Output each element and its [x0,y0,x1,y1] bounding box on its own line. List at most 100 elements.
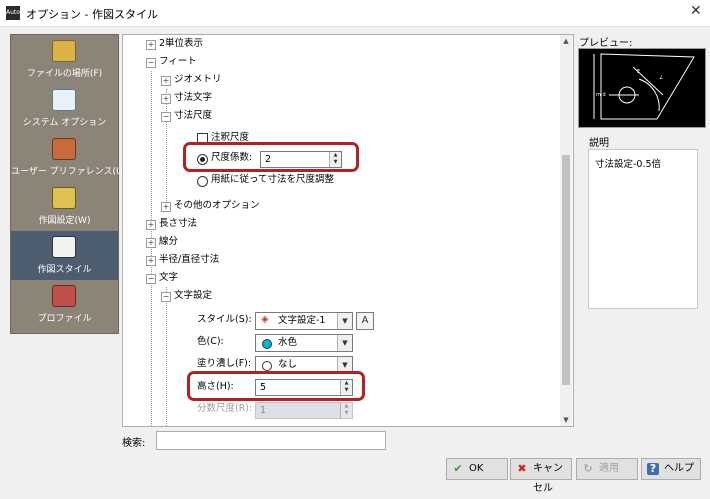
ok-button-label: OK [469,463,484,474]
tree-item-other-options[interactable]: その他のオプション [174,198,260,214]
preview-canvas: m d E ∠ [578,48,706,128]
cancel-button[interactable]: ✖ キャンセル [510,458,572,494]
style-label: スタイル(S): [197,314,252,325]
scale-factor-spinner[interactable]: 2 ▲ ▼ [260,151,342,168]
color-label: 色(C): [197,336,224,347]
scroll-down-icon[interactable]: ▼ [560,414,572,426]
scale-factor-value: 2 [265,154,272,165]
nav-item-user-preferences[interactable]: ユーザー プリファレンス(U) [11,133,127,182]
svg-text:m d: m d [596,92,606,98]
drawing-style-icon [52,236,76,258]
help-button[interactable]: ? ヘルプ [641,458,701,480]
tree-item-dim-text[interactable]: 寸法文字 [174,90,212,106]
text-style-icon: ◈ [261,314,269,325]
cancel-button-label: キャンセル [533,463,563,494]
nav-item-label: 作図設定(W) [38,216,91,226]
height-spinner[interactable]: 5 ▲ ▼ [255,379,353,396]
title-bar: AutoCAD オプション - 作図スタイル ✕ [0,0,710,27]
svg-text:∠: ∠ [659,75,663,81]
expand-icon[interactable]: + [146,40,156,50]
style-value: 文字設定-1 [278,315,326,326]
spinner-arrows-icon[interactable]: ▲ ▼ [329,152,341,167]
nav-item-label: システム オプション [22,118,107,128]
expand-icon[interactable]: + [161,94,171,104]
fraction-scale-spinner: 1 ▲ ▼ [255,402,353,419]
nav-item-drawing-settings[interactable]: 作図設定(W) [11,182,118,231]
paper-scale-radio[interactable] [197,176,208,187]
scroll-up-icon[interactable]: ▲ [560,35,572,47]
scale-factor-radio[interactable] [197,154,208,165]
expand-icon[interactable]: + [146,256,156,266]
spinner-arrows-icon[interactable]: ▲ ▼ [340,380,352,395]
chevron-down-icon[interactable]: ▼ [337,335,352,351]
window-title: オプション - 作図スタイル [26,8,158,21]
expand-icon[interactable]: + [146,220,156,230]
nav-item-drawing-style[interactable]: 作図スタイル [11,231,118,280]
tree-guide-line [151,71,152,426]
color-select[interactable]: 水色 ▼ [255,334,353,352]
expand-icon[interactable]: + [161,202,171,212]
scrollbar-thumb[interactable] [562,155,570,385]
apply-button[interactable]: ↻ 適用 [576,458,638,480]
fraction-scale-label: 分数尺度(R): [197,403,253,414]
height-label: 高さ(H): [197,381,234,392]
tree-item-text[interactable]: 文字 [159,270,178,286]
collapse-icon[interactable]: − [161,112,171,122]
nav-item-label: 作図スタイル [37,265,92,275]
preview-label: プレビュー: [579,38,633,49]
tree-item-unit-display[interactable]: 2単位表示 [159,36,203,52]
scale-factor-label: 尺度係数: [211,152,253,163]
help-button-label: ヘルプ [664,463,694,474]
nav-item-file-location[interactable]: ファイルの場所(F) [11,35,118,84]
nav-item-profile[interactable]: プロファイル [11,280,118,329]
expand-icon[interactable]: + [146,238,156,248]
settings-tree: + 2単位表示 − フィート + ジオメトリ + 寸法文字 − 寸法尺度 注釈尺… [122,34,574,427]
apply-icon: ↻ [583,462,593,475]
help-icon: ? [647,463,659,475]
description-label: 説明 [589,138,609,149]
svg-text:E: E [637,69,640,75]
collapse-icon[interactable]: − [161,292,171,302]
ok-button[interactable]: ✔ OK [446,458,508,480]
tree-guide-line [166,89,167,209]
description-text: 寸法設定-0.5倍 [595,159,662,170]
tree-item-radius-diameter[interactable]: 半径/直径寸法 [159,252,219,268]
nav-item-label: プロファイル [37,314,92,324]
color-value: 水色 [278,337,298,348]
fill-label: 塗り潰し(F): [197,358,252,369]
checkmark-icon: ✔ [453,462,463,475]
collapse-icon[interactable]: − [146,274,156,284]
folder-icon [52,40,76,62]
nav-item-label: ユーザー プリファレンス(U) [11,167,127,177]
user-preferences-icon [52,138,76,160]
tree-item-leader[interactable]: 線分 [159,234,178,250]
tree-item-text-settings[interactable]: 文字設定 [174,288,212,304]
nav-item-system-options[interactable]: システム オプション [11,84,118,133]
text-style-edit-icon[interactable]: A [356,312,374,330]
nav-item-label: ファイルの場所(F) [26,69,103,79]
tree-item-geometry[interactable]: ジオメトリ [174,72,222,88]
no-fill-icon [262,361,272,371]
color-swatch-icon [262,339,272,349]
chevron-down-icon[interactable]: ▼ [337,313,352,329]
tree-item-dim-scale[interactable]: 寸法尺度 [174,108,212,124]
collapse-icon[interactable]: − [146,58,156,68]
tree-item-length-dim[interactable]: 長さ寸法 [159,216,197,232]
apply-button-label: 適用 [599,463,619,474]
fraction-scale-value: 1 [260,405,267,416]
cancel-x-icon: ✖ [517,462,527,475]
search-label: 検索: [122,438,146,449]
style-select[interactable]: ◈ 文字設定-1 ▼ [255,312,353,330]
drawing-settings-icon [52,187,76,209]
tree-item-foot[interactable]: フィート [159,54,197,70]
app-icon: AutoCAD [6,6,33,20]
expand-icon[interactable]: + [161,76,171,86]
options-nav: ファイルの場所(F) システム オプション ユーザー プリファレンス(U) 作図… [10,34,127,334]
search-input[interactable] [156,431,386,450]
profile-icon [52,285,76,307]
description-box: 寸法設定-0.5倍 [588,149,698,309]
close-icon[interactable]: ✕ [690,3,702,19]
spinner-arrows-icon: ▲ ▼ [340,403,352,418]
tree-scrollbar[interactable]: ▲ ▼ [560,35,572,426]
paper-scale-label: 用紙に従って寸法を尺度調整 [211,174,335,185]
